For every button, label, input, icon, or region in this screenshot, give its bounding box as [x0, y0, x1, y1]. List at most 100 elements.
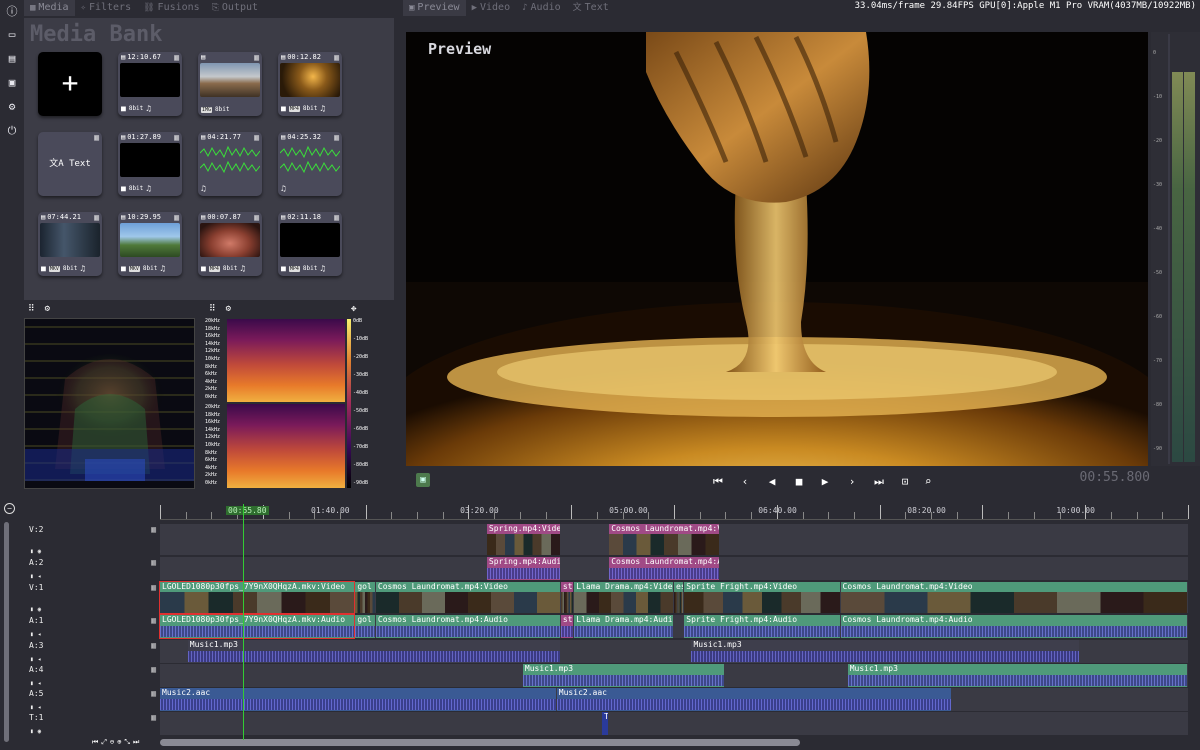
trash-icon[interactable]: ▥ — [151, 558, 156, 567]
text-media-card[interactable]: ▥ 文A Text — [38, 132, 102, 196]
timeline-clip[interactable]: st — [560, 615, 574, 638]
lock-icon[interactable]: ▮ — [30, 680, 34, 687]
trash-icon[interactable]: ▥ — [334, 133, 339, 142]
media-card[interactable]: ▤ 07:44.21 ▥ ■ MKV 8bit ♫ — [38, 212, 102, 276]
lock-icon[interactable]: ▮ — [30, 606, 34, 613]
playhead-line[interactable] — [243, 504, 244, 740]
trash-icon[interactable]: ▥ — [254, 133, 259, 142]
tab-audio[interactable]: ♪ Audio — [516, 0, 567, 16]
calendar-icon[interactable]: ▤ — [5, 52, 19, 66]
media-card[interactable]: ▤ ▥ IMG 8bit — [198, 52, 262, 116]
track-lane[interactable]: LGOLED1080p30fps_7Y9nX0QHqzA.mkv:Video go… — [158, 581, 1188, 614]
add-media-button[interactable]: + — [38, 52, 102, 116]
gear-icon[interactable]: ⚙ — [5, 100, 19, 114]
track-lane[interactable]: T — [160, 712, 1188, 736]
media-card[interactable]: ▤ 00:07.87 ▥ ■ MP4 8bit ♫ — [198, 212, 262, 276]
speaker-icon[interactable]: ◂ — [38, 704, 42, 711]
speaker-icon[interactable]: ◂ — [38, 656, 42, 663]
timeline-clip[interactable]: Sprite Fright.mp4:Video — [684, 582, 840, 613]
timeline-clip[interactable]: Music1.mp3 — [847, 664, 1187, 687]
timeline-ruler[interactable]: 01:40.00 03:20.00 05:00.00 06:40.00 08:20.00… — [160, 504, 1189, 520]
stop-button[interactable]: ■ — [792, 475, 806, 488]
timeline-clip[interactable]: gol — [355, 615, 375, 638]
timeline-clip[interactable]: Sprite Fright.mp4:Audio — [684, 615, 840, 638]
expand-icon[interactable]: ⤡ — [124, 738, 130, 747]
timeline-clip[interactable]: T — [602, 712, 609, 735]
speaker-icon[interactable]: ◂ — [38, 573, 42, 580]
timeline-clip[interactable]: Music1.mp3 — [691, 640, 1080, 663]
trash-icon[interactable]: ▥ — [334, 213, 339, 222]
trash-icon[interactable]: ▥ — [174, 133, 179, 142]
lock-icon[interactable]: ▮ — [30, 548, 34, 555]
track-lane[interactable]: Spring.mp4:Video Cosmos Laundromat.mp4:Vi… — [160, 524, 1188, 556]
timeline-clip[interactable]: Music1.mp3 — [522, 664, 725, 687]
timeline-clip[interactable]: Cosmos Laundromat.mp4:Audio — [840, 615, 1187, 638]
trash-icon[interactable]: ▥ — [151, 689, 156, 698]
media-card[interactable]: ▤ 01:27.89 ▥ ■ 8bit ♫ — [118, 132, 182, 196]
play-reverse-button[interactable]: ◀ — [765, 475, 779, 488]
trash-icon[interactable]: ▥ — [174, 213, 179, 222]
drag-handle-icon[interactable]: ⠿ — [209, 304, 216, 314]
zoom-in-icon[interactable]: ⊕ — [117, 738, 121, 747]
tab-fusions[interactable]: ⛓ Fusions — [137, 0, 206, 16]
preview-toggle-button[interactable]: ▣ — [416, 473, 430, 487]
trash-icon[interactable]: ▥ — [151, 525, 156, 534]
folder-icon[interactable]: ▭ — [5, 28, 19, 42]
timeline-clip[interactable]: Music2.aac — [556, 688, 951, 711]
media-card[interactable]: ▤ 10:29.95 ▥ ■ MKV 8bit ♫ — [118, 212, 182, 276]
move-icon[interactable]: ✥ — [351, 304, 356, 314]
skip-to-start-icon[interactable]: ⏮ — [92, 738, 98, 747]
tab-media[interactable]: ▦ Media — [24, 0, 75, 16]
timeline-horizontal-scrollbar[interactable] — [160, 739, 800, 746]
trash-icon[interactable]: ▥ — [151, 713, 156, 722]
timeline-clip[interactable]: st — [560, 582, 574, 613]
step-back-button[interactable]: ‹ — [738, 475, 752, 488]
media-card[interactable]: ▤ 02:11.18 ▥ ■ MP4 8bit ♫ — [278, 212, 342, 276]
track-lane[interactable]: Music1.mp3 Music1.mp3 — [160, 664, 1188, 688]
trash-icon[interactable]: ▥ — [151, 616, 156, 625]
track-lane[interactable]: Music1.mp3 Music1.mp3 — [160, 640, 1188, 664]
timeline-clip[interactable]: Cosmos Laundromat.mp4:Audio — [609, 557, 720, 580]
speaker-icon[interactable]: ◂ — [38, 631, 42, 638]
timeline-clip[interactable]: LGOLED1080p30fps_7Y9nX0QHqzA.mkv:Video — [158, 581, 356, 614]
skip-to-end-icon[interactable]: ⏭ — [133, 738, 139, 747]
play-button[interactable]: ▶ — [818, 475, 832, 488]
playhead-timecode[interactable]: 00:55.80 — [226, 506, 269, 515]
timeline-clip[interactable]: Spring.mp4:Video — [486, 524, 560, 555]
gear-icon[interactable]: ⚙ — [45, 304, 50, 314]
lock-icon[interactable]: ▮ — [30, 656, 34, 663]
step-forward-button[interactable]: › — [845, 475, 859, 488]
skip-to-end-button[interactable]: ⏭ — [872, 475, 886, 489]
fit-icon[interactable]: ⤢ — [101, 738, 107, 747]
track-lane[interactable]: Music2.aac Music2.aac — [160, 688, 1188, 712]
track-lane[interactable]: Spring.mp4:Audio Cosmos Laundromat.mp4:Au… — [160, 557, 1188, 581]
lock-icon[interactable]: ▮ — [30, 631, 34, 638]
zoom-out-icon[interactable]: ⊖ — [110, 738, 114, 747]
trash-icon[interactable]: ▥ — [151, 583, 156, 592]
trash-icon[interactable]: ▥ — [151, 641, 156, 650]
speaker-icon[interactable]: ◂ — [38, 680, 42, 687]
media-card[interactable]: ▤ 12:10.67 ▥ ■ 8bit ♫ — [118, 52, 182, 116]
tab-output[interactable]: ⎘ Output — [206, 0, 264, 16]
lock-icon[interactable]: ▮ — [30, 704, 34, 711]
media-card[interactable]: ▤ 04:25.32 ▥ ♫ — [278, 132, 342, 196]
timeline-clip[interactable]: LGOLED1080p30fps_7Y9nX0QHqzA.mkv:Audio — [158, 614, 356, 639]
timeline-clip[interactable]: Spring.mp4:Audio — [486, 557, 560, 580]
skip-to-start-button[interactable]: ⏮ — [711, 475, 725, 489]
eye-icon[interactable]: ◉ — [38, 548, 42, 555]
tab-text[interactable]: 文 Text — [567, 0, 615, 16]
timeline-clip[interactable]: es — [674, 582, 684, 613]
media-card[interactable]: ▤ 00:12.82 ▥ ■ MP4 8bit ♫ — [278, 52, 342, 116]
power-icon[interactable]: ⏻ — [5, 124, 19, 138]
trash-icon[interactable]: ▥ — [174, 53, 179, 62]
lock-icon[interactable]: ▮ — [30, 728, 34, 735]
info-icon[interactable]: ⓘ — [5, 5, 19, 19]
zoom-button[interactable]: ⌕ — [921, 475, 935, 488]
trash-icon[interactable]: ▥ — [94, 213, 99, 222]
tab-filters[interactable]: ✧ Filters — [75, 0, 138, 16]
eye-icon[interactable]: ◉ — [38, 728, 42, 735]
timeline-clip[interactable]: Cosmos Laundromat.mp4:Video — [375, 582, 560, 613]
media-card[interactable]: ▤ 04:21.77 ▥ ♫ — [198, 132, 262, 196]
trash-icon[interactable]: ▥ — [254, 213, 259, 222]
eye-icon[interactable]: ◉ — [38, 606, 42, 613]
